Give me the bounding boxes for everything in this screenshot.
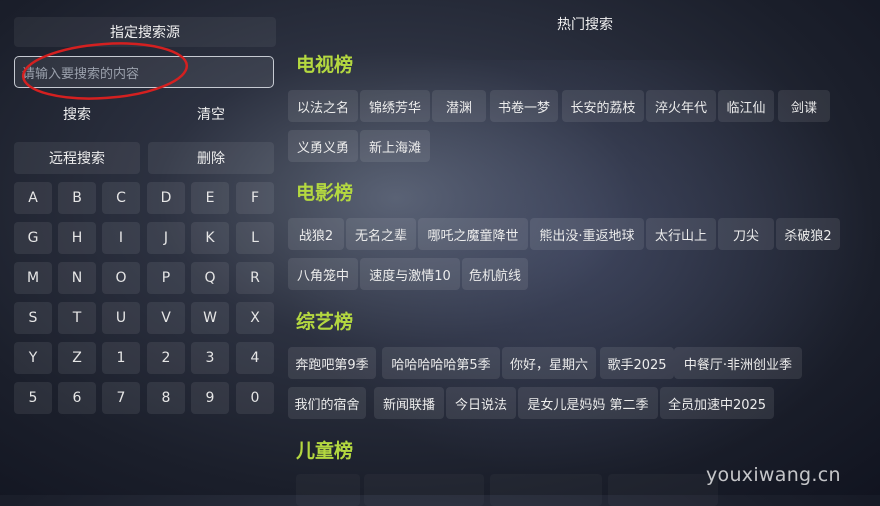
- variety-tag[interactable]: 全员加速中2025: [660, 387, 774, 419]
- key-g[interactable]: G: [14, 222, 52, 254]
- movie-tag[interactable]: 八角笼中: [288, 258, 358, 290]
- key-4[interactable]: 4: [236, 342, 274, 374]
- tv-tag[interactable]: 潜渊: [432, 90, 486, 122]
- variety-tag[interactable]: 中餐厅·非洲创业季: [674, 347, 802, 379]
- tv-tag[interactable]: 以法之名: [288, 90, 358, 122]
- key-2[interactable]: 2: [147, 342, 185, 374]
- key-d[interactable]: D: [147, 182, 185, 214]
- key-e[interactable]: E: [191, 182, 229, 214]
- hot-search-title: 热门搜索: [557, 17, 613, 33]
- movie-tag[interactable]: 速度与激情10: [360, 258, 460, 290]
- movie-tag[interactable]: 无名之辈: [346, 218, 416, 250]
- search-placeholder: 请输入要搜索的内容: [22, 66, 140, 82]
- kids-tag-partial[interactable]: [296, 474, 360, 506]
- key-p[interactable]: P: [147, 262, 185, 294]
- source-selector-button[interactable]: 指定搜索源: [14, 17, 276, 47]
- variety-tag[interactable]: 是女儿是妈妈 第二季: [518, 387, 658, 419]
- kids-tag-partial[interactable]: [364, 474, 484, 506]
- variety-ranking-title: 综艺榜: [296, 311, 354, 333]
- movie-tag[interactable]: 战狼2: [288, 218, 344, 250]
- kids-tag-partial[interactable]: [608, 474, 718, 506]
- movie-ranking-title: 电影榜: [296, 182, 354, 204]
- key-1[interactable]: 1: [102, 342, 140, 374]
- key-c[interactable]: C: [102, 182, 140, 214]
- variety-tag[interactable]: 歌手2025: [600, 347, 674, 379]
- key-o[interactable]: O: [102, 262, 140, 294]
- key-z[interactable]: Z: [58, 342, 96, 374]
- tv-tag[interactable]: 义勇义勇: [288, 130, 358, 162]
- key-h[interactable]: H: [58, 222, 96, 254]
- key-8[interactable]: 8: [147, 382, 185, 414]
- movie-tag[interactable]: 太行山上: [646, 218, 716, 250]
- variety-tag[interactable]: 哈哈哈哈哈第5季: [382, 347, 500, 379]
- key-9[interactable]: 9: [191, 382, 229, 414]
- key-5[interactable]: 5: [14, 382, 52, 414]
- key-7[interactable]: 7: [102, 382, 140, 414]
- tv-tag[interactable]: 长安的荔枝: [562, 90, 644, 122]
- movie-tag[interactable]: 刀尖: [718, 218, 774, 250]
- movie-tag[interactable]: 杀破狼2: [776, 218, 840, 250]
- tv-tag[interactable]: 剑谍: [778, 90, 830, 122]
- key-u[interactable]: U: [102, 302, 140, 334]
- variety-tag[interactable]: 新闻联播: [374, 387, 444, 419]
- tv-tag[interactable]: 临江仙: [718, 90, 774, 122]
- tv-tag[interactable]: 书卷一梦: [490, 90, 558, 122]
- movie-tag[interactable]: 熊出没·重返地球: [530, 218, 644, 250]
- key-f[interactable]: F: [236, 182, 274, 214]
- watermark: youxiwang.cn: [706, 464, 841, 486]
- remote-search-button[interactable]: 远程搜索: [14, 142, 140, 174]
- tv-tag[interactable]: 新上海滩: [360, 130, 430, 162]
- variety-tag[interactable]: 你好，星期六: [502, 347, 596, 379]
- tv-ranking-title: 电视榜: [296, 54, 354, 76]
- key-0[interactable]: 0: [236, 382, 274, 414]
- key-j[interactable]: J: [147, 222, 185, 254]
- key-t[interactable]: T: [58, 302, 96, 334]
- key-6[interactable]: 6: [58, 382, 96, 414]
- delete-button[interactable]: 删除: [148, 142, 274, 174]
- key-s[interactable]: S: [14, 302, 52, 334]
- movie-tag[interactable]: 危机航线: [462, 258, 528, 290]
- key-i[interactable]: I: [102, 222, 140, 254]
- key-a[interactable]: A: [14, 182, 52, 214]
- key-3[interactable]: 3: [191, 342, 229, 374]
- key-y[interactable]: Y: [14, 342, 52, 374]
- key-k[interactable]: K: [191, 222, 229, 254]
- key-v[interactable]: V: [147, 302, 185, 334]
- tv-tag[interactable]: 淬火年代: [646, 90, 716, 122]
- tv-tag[interactable]: 锦绣芳华: [360, 90, 430, 122]
- search-button[interactable]: 搜索: [14, 98, 140, 130]
- variety-tag[interactable]: 今日说法: [446, 387, 516, 419]
- key-n[interactable]: N: [58, 262, 96, 294]
- key-w[interactable]: W: [191, 302, 229, 334]
- movie-tag[interactable]: 哪吒之魔童降世: [418, 218, 528, 250]
- key-m[interactable]: M: [14, 262, 52, 294]
- search-input[interactable]: 请输入要搜索的内容: [14, 56, 274, 88]
- key-l[interactable]: L: [236, 222, 274, 254]
- kids-tag-partial[interactable]: [490, 474, 602, 506]
- kids-ranking-title: 儿童榜: [296, 440, 354, 462]
- key-q[interactable]: Q: [191, 262, 229, 294]
- key-x[interactable]: X: [236, 302, 274, 334]
- variety-tag[interactable]: 我们的宿舍: [288, 387, 366, 419]
- variety-tag[interactable]: 奔跑吧第9季: [288, 347, 376, 379]
- key-b[interactable]: B: [58, 182, 96, 214]
- key-r[interactable]: R: [236, 262, 274, 294]
- clear-button[interactable]: 清空: [148, 98, 274, 130]
